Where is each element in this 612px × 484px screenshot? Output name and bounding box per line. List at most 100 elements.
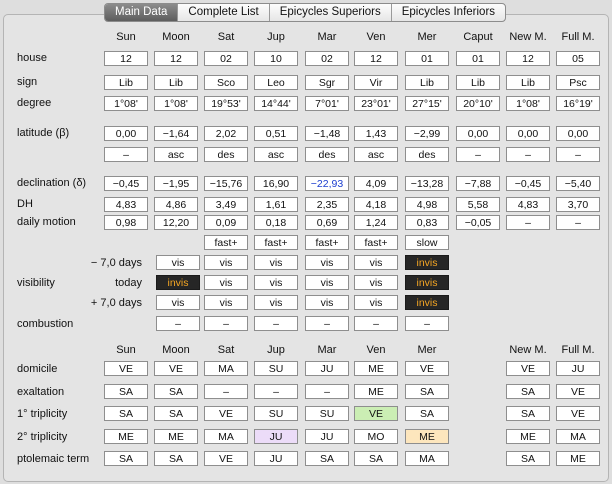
latitude-cell-sun: 0,00 <box>104 126 148 141</box>
daily-motion-cell-full-m: – <box>556 215 600 230</box>
dh-cell-caput: 5,58 <box>456 197 500 212</box>
visibility-cell-ven: vis <box>354 275 398 290</box>
dignity-column-header-sun: Sun <box>116 344 136 356</box>
visibility-sublabel: + 7,0 days <box>90 297 142 309</box>
visibility-sublabel: − 7,0 days <box>90 257 142 269</box>
main-window: Main Data Complete List Epicycles Superior… <box>0 0 612 484</box>
combustion-cell-mer: – <box>405 316 449 331</box>
sign-cell-mer: Lib <box>405 75 449 90</box>
sign-cell-caput: Lib <box>456 75 500 90</box>
ptolemaic-term-cell-moon: SA <box>154 451 198 466</box>
column-header-mar: Mar <box>317 31 337 43</box>
degree-cell-caput: 20°10' <box>456 96 500 111</box>
combustion-cell-mar: – <box>305 316 349 331</box>
1-triplicity-cell-sat: VE <box>204 406 248 421</box>
tab-complete-list[interactable]: Complete List <box>177 4 268 21</box>
sign-cell-mar: Sgr <box>305 75 349 90</box>
latitude-direction-cell-mar: des <box>305 147 349 162</box>
declination-cell-moon: −1,95 <box>154 176 198 191</box>
latitude-cell-new-m: 0,00 <box>506 126 550 141</box>
latitude-direction-cell-caput: – <box>456 147 500 162</box>
degree-cell-ven: 23°01' <box>354 96 398 111</box>
declination-cell-mar: −22,93 <box>305 176 349 191</box>
motion-speed-cell-sat: fast+ <box>204 235 248 250</box>
daily-motion-cell-moon: 12,20 <box>154 215 198 230</box>
column-header-caput: Caput <box>463 31 493 43</box>
visibility-cell-jup: vis <box>254 255 298 270</box>
degree-cell-new-m: 1°08' <box>506 96 550 111</box>
2-triplicity-cell-sun: ME <box>104 429 148 444</box>
exaltation-cell-sat: – <box>204 384 248 399</box>
row-label-house: house <box>17 52 47 64</box>
degree-cell-sat: 19°53' <box>204 96 248 111</box>
tab-bar: Main Data Complete List Epicycles Superior… <box>104 3 507 22</box>
latitude-direction-cell-moon: asc <box>154 147 198 162</box>
tab-epicycles-superiors[interactable]: Epicycles Superiors <box>268 4 391 21</box>
dh-cell-moon: 4,86 <box>154 197 198 212</box>
tab-epicycles-inferiors[interactable]: Epicycles Inferiors <box>390 4 505 21</box>
daily-motion-cell-mer: 0,83 <box>405 215 449 230</box>
degree-cell-moon: 1°08' <box>154 96 198 111</box>
house-cell-ven: 12 <box>354 51 398 66</box>
house-cell-moon: 12 <box>154 51 198 66</box>
2-triplicity-cell-new-m: ME <box>506 429 550 444</box>
exaltation-cell-full-m: VE <box>556 384 600 399</box>
visibility-cell-mar: vis <box>305 255 349 270</box>
column-header-full-m: Full M. <box>561 31 595 43</box>
latitude-cell-mer: −2,99 <box>405 126 449 141</box>
row-label-latitude: latitude (β) <box>17 127 70 139</box>
exaltation-cell-ven: ME <box>354 384 398 399</box>
latitude-cell-moon: −1,64 <box>154 126 198 141</box>
latitude-direction-cell-mer: des <box>405 147 449 162</box>
house-cell-mar: 02 <box>305 51 349 66</box>
latitude-direction-cell-sun: – <box>104 147 148 162</box>
dignity-column-header-mer: Mer <box>417 344 437 356</box>
1-triplicity-cell-full-m: VE <box>556 406 600 421</box>
visibility-cell-jup: vis <box>254 295 298 310</box>
latitude-cell-sat: 2,02 <box>204 126 248 141</box>
ptolemaic-term-cell-jup: JU <box>254 451 298 466</box>
declination-cell-ven: 4,09 <box>354 176 398 191</box>
latitude-direction-cell-jup: asc <box>254 147 298 162</box>
exaltation-cell-mar: – <box>305 384 349 399</box>
degree-cell-mer: 27°15' <box>405 96 449 111</box>
domicile-cell-new-m: VE <box>506 361 550 376</box>
combustion-cell-jup: – <box>254 316 298 331</box>
dh-cell-sun: 4,83 <box>104 197 148 212</box>
row-label-1-triplicity: 1° triplicity <box>17 408 68 420</box>
latitude-direction-cell-ven: asc <box>354 147 398 162</box>
visibility-cell-sun: vis <box>156 295 200 310</box>
combustion-label: combustion <box>17 318 74 330</box>
visibility-cell-ven: vis <box>354 295 398 310</box>
1-triplicity-cell-mer: SA <box>405 406 449 421</box>
1-triplicity-cell-sun: SA <box>104 406 148 421</box>
domicile-cell-sun: VE <box>104 361 148 376</box>
degree-cell-mar: 7°01' <box>305 96 349 111</box>
column-header-moon: Moon <box>162 31 190 43</box>
row-label-ptolemaic-term: ptolemaic term <box>17 453 90 465</box>
dignity-column-header-jup: Jup <box>267 344 285 356</box>
visibility-cell-sun: vis <box>156 255 200 270</box>
visibility-cell-mer: invis <box>405 275 449 290</box>
visibility-cell-ven: vis <box>354 255 398 270</box>
latitude-cell-caput: 0,00 <box>456 126 500 141</box>
column-header-jup: Jup <box>267 31 285 43</box>
motion-speed-cell-mar: fast+ <box>305 235 349 250</box>
visibility-cell-mer: invis <box>405 255 449 270</box>
sign-cell-moon: Lib <box>154 75 198 90</box>
visibility-cell-sat: vis <box>204 275 248 290</box>
2-triplicity-cell-mer: ME <box>405 429 449 444</box>
dignity-column-header-new-m: New M. <box>509 344 547 356</box>
dh-cell-new-m: 4,83 <box>506 197 550 212</box>
dh-cell-jup: 1,61 <box>254 197 298 212</box>
declination-cell-new-m: −0,45 <box>506 176 550 191</box>
ptolemaic-term-cell-new-m: SA <box>506 451 550 466</box>
exaltation-cell-mer: SA <box>405 384 449 399</box>
1-triplicity-cell-mar: SU <box>305 406 349 421</box>
sign-cell-sat: Sco <box>204 75 248 90</box>
ptolemaic-term-cell-full-m: ME <box>556 451 600 466</box>
1-triplicity-cell-jup: SU <box>254 406 298 421</box>
row-label-exaltation: exaltation <box>17 386 65 398</box>
house-cell-jup: 10 <box>254 51 298 66</box>
tab-main-data[interactable]: Main Data <box>105 4 178 21</box>
